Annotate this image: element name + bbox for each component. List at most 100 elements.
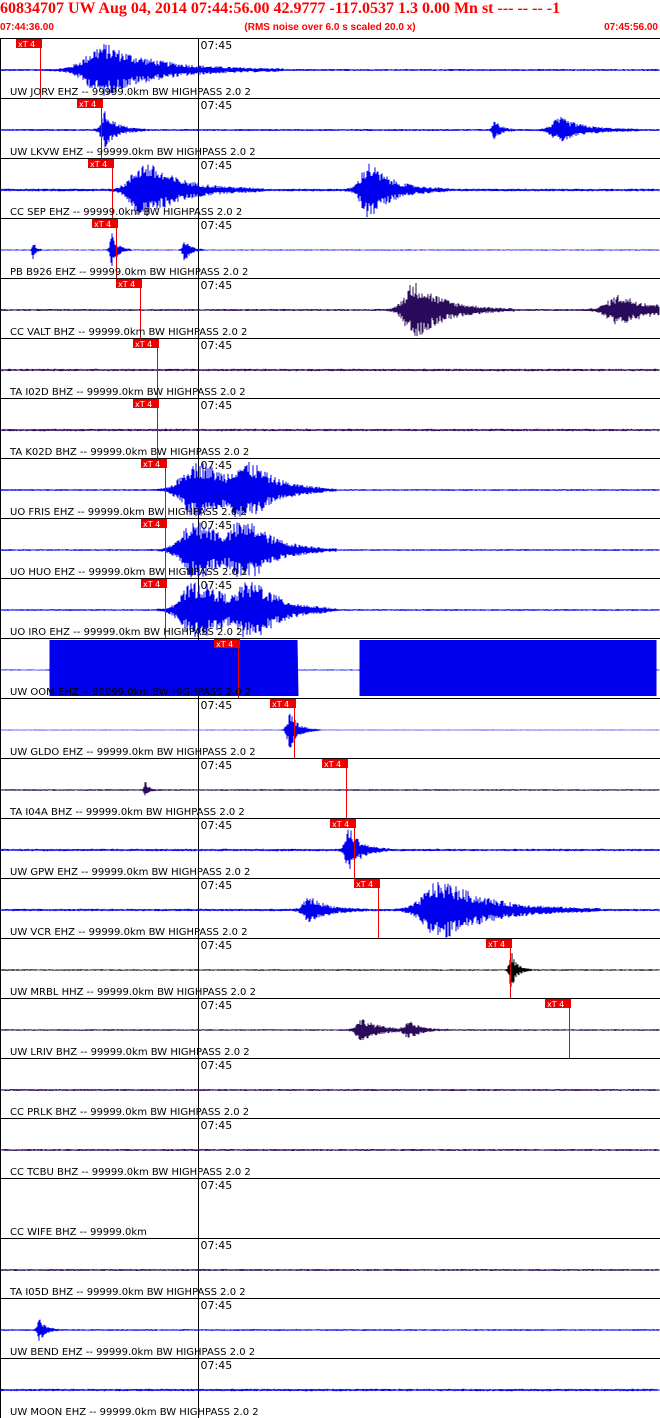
minute-tick-label: 07:45 <box>201 219 233 232</box>
pick-label: xT 4 <box>135 400 152 409</box>
minute-tick-label: 07:45 <box>201 999 233 1012</box>
trace-label: UW GLDO EHZ -- 99999.0km BW HIGHPASS 2.0… <box>10 747 256 758</box>
trace-label: CC TCBU BHZ -- 99999.0km BW HIGHPASS 2.0… <box>10 1167 251 1178</box>
event-title: 60834707 UW Aug 04, 2014 07:44:56.00 42.… <box>0 0 561 17</box>
pick-label: xT 4 <box>79 100 96 109</box>
end-time-label: 07:45:56.00 <box>604 22 658 33</box>
minute-tick-label: 07:45 <box>201 519 233 532</box>
waveform <box>0 233 660 266</box>
pick-label: xT 4 <box>547 1000 564 1009</box>
pick-label: xT 4 <box>216 640 233 649</box>
waveform <box>0 1019 660 1041</box>
trace-panel: 07:45 xT 4 TA I02D BHZ -- 99999.0km BW HIG… <box>0 338 660 398</box>
pick-label: xT 4 <box>272 700 289 709</box>
trace-label: TA K02D BHZ -- 99999.0km BW HIGHPASS 2.0… <box>9 447 249 458</box>
trace-label: TA I05D BHZ -- 99999.0km BW HIGHPASS 2.0… <box>9 1287 246 1298</box>
trace-label: CC VALT BHZ -- 99999.0km BW HIGHPASS 2.0… <box>10 327 247 338</box>
minute-tick-label: 07:45 <box>201 759 233 772</box>
pick-label: xT 4 <box>324 760 341 769</box>
pick-label: xT 4 <box>488 940 505 949</box>
minute-tick-label: 07:45 <box>201 339 233 352</box>
minute-tick-label: 07:45 <box>201 399 233 412</box>
minute-tick-label: 07:45 <box>201 99 233 112</box>
pick-label: xT 4 <box>118 280 135 289</box>
trace-panel: 07:45 xT 4 UW VCR EHZ -- 99999.0km BW HIGH… <box>0 878 660 938</box>
pick-label: xT 4 <box>18 40 35 49</box>
pick-label: xT 4 <box>332 820 349 829</box>
minute-tick-label: 07:45 <box>201 819 233 832</box>
pick-label: xT 4 <box>135 340 152 349</box>
trace-label: UO HUO EHZ -- 99999.0km BW HIGHPASS 2.0 … <box>10 567 247 578</box>
trace-label: PB B926 EHZ -- 99999.0km BW HIGHPASS 2.0… <box>10 267 248 278</box>
trace-panel: 07:45 CC WIFE BHZ -- 99999.0km <box>0 1178 660 1238</box>
trace-panel: 07:45 xT 4 PB B926 EHZ -- 99999.0km BW HIG… <box>0 218 660 278</box>
trace-label: UO FRIS EHZ -- 99999.0km BW HIGHPASS 2.0… <box>10 507 247 518</box>
minute-tick-label: 07:45 <box>201 1119 233 1132</box>
minute-tick-label: 07:45 <box>201 1239 233 1252</box>
pick-label: xT 4 <box>143 580 160 589</box>
trace-panel: 07:45 xT 4 TA I04A BHZ -- 99999.0km BW HIG… <box>0 758 660 818</box>
trace-label: UW MRBL HHZ -- 99999.0km BW HIGHPASS 2.0… <box>10 987 256 998</box>
minute-tick-label: 07:45 <box>201 939 233 952</box>
minute-tick-label: 07:45 <box>201 1179 233 1192</box>
minute-tick-label: 07:45 <box>201 879 233 892</box>
minute-tick-label: 07:45 <box>201 579 233 592</box>
pick-label: xT 4 <box>94 220 111 229</box>
trace-panel: 07:45 xT 4 UO HUO EHZ -- 99999.0km BW HIGH… <box>0 518 660 578</box>
trace-label: TA I04A BHZ -- 99999.0km BW HIGHPASS 2.0… <box>9 807 245 818</box>
pick-label: xT 4 <box>356 880 373 889</box>
trace-label: UW MOON EHZ -- 99999.0km BW HIGHPASS 2.0… <box>10 1407 259 1418</box>
trace-panel: 07:45 UW BEND EHZ -- 99999.0km BW HIGHPAS… <box>0 1298 660 1358</box>
waveform <box>0 782 660 796</box>
minute-tick-label: 07:45 <box>201 1299 233 1312</box>
minute-tick-label: 07:45 <box>201 159 233 172</box>
trace-label: UW LRIV BHZ -- 99999.0km BW HIGHPASS 2.0… <box>10 1047 250 1058</box>
trace-label: UW VCR EHZ -- 99999.0km BW HIGHPASS 2.0 … <box>10 927 248 938</box>
trace-panel: 07:45 xT 4 CC SEP EHZ -- 99999.0km BW HIGH… <box>0 158 660 218</box>
trace-panel: 07:45xT 4UW OOM EHZ -- 99999.0km BW HIGH… <box>0 638 660 698</box>
trace-panel: 07:45 xT 4 UO IRO EHZ -- 99999.0km BW HIGH… <box>0 578 660 638</box>
minute-tick-label: 07:45 <box>201 699 233 712</box>
trace-panel: 07:45 xT 4 UO FRIS EHZ -- 99999.0km BW HIG… <box>0 458 660 518</box>
trace-label: UW BEND EHZ -- 99999.0km BW HIGHPASS 2.0… <box>10 1347 255 1358</box>
trace-label: UW LKVW EHZ -- 99999.0km BW HIGHPASS 2.0… <box>10 147 256 158</box>
trace-panel: 07:45 xT 4 CC VALT BHZ -- 99999.0km BW HIG… <box>0 278 660 338</box>
trace-panel: 07:45 TA I05D BHZ -- 99999.0km BW HIGHPAS… <box>0 1238 660 1298</box>
trace-panel: 07:45 CC TCBU BHZ -- 99999.0km BW HIGHPAS… <box>0 1118 660 1178</box>
pick-label: xT 4 <box>143 520 160 529</box>
trace-label: UW GPW EHZ -- 99999.0km BW HIGHPASS 2.0 … <box>10 867 250 878</box>
waveform <box>0 1319 660 1341</box>
waveform <box>0 829 660 869</box>
waveform <box>0 368 660 372</box>
trace-panel: 07:45 xT 4 UW JORV EHZ -- 99999.0km BW HIG… <box>0 38 660 98</box>
seismogram-plot: 07:45 xT 4 UW JORV EHZ -- 99999.0km BW HIG… <box>0 38 660 1418</box>
trace-label: UW OOM EHZ -- 99999.0km BW HIGHPASS 2.0 … <box>10 687 251 698</box>
trace-label: CC WIFE BHZ -- 99999.0km <box>10 1227 147 1238</box>
trace-panel: 07:45 xT 4 UW GPW EHZ -- 99999.0km BW HIGH… <box>0 818 660 878</box>
waveform <box>0 1089 660 1091</box>
waveform <box>0 713 660 748</box>
trace-label: CC SEP EHZ -- 99999.0km BW HIGHPASS 2.0 … <box>10 207 242 218</box>
waveform <box>0 1388 660 1392</box>
waveform <box>0 953 660 987</box>
trace-panel: 07:45 xT 4 UW LRIV BHZ -- 99999.0km BW HIG… <box>0 998 660 1058</box>
waveform <box>0 111 660 148</box>
trace-label: TA I02D BHZ -- 99999.0km BW HIGHPASS 2.0… <box>9 387 246 398</box>
scale-note: (RMS noise over 6.0 s scaled 20.0 x) <box>244 22 416 33</box>
trace-label: UO IRO EHZ -- 99999.0km BW HIGHPASS 2.0 … <box>10 627 243 638</box>
trace-panel: 07:45 UW MOON EHZ -- 99999.0km BW HIGHPAS… <box>0 1358 660 1418</box>
plot-header: 60834707 UW Aug 04, 2014 07:44:56.00 42.… <box>0 0 660 38</box>
pick-label: xT 4 <box>143 460 160 469</box>
minute-tick-label: 07:45 <box>201 1059 233 1072</box>
waveform <box>0 428 660 432</box>
trace-label: CC PRLK BHZ -- 99999.0km BW HIGHPASS 2.0… <box>10 1107 249 1118</box>
pick-label: xT 4 <box>90 160 107 169</box>
minute-tick-label: 07:45 <box>201 279 233 292</box>
trace-panel: 07:45 xT 4 TA K02D BHZ -- 99999.0km BW HIG… <box>0 398 660 458</box>
trace-panel: 07:45 xT 4 UW GLDO EHZ -- 99999.0km BW HIG… <box>0 698 660 758</box>
minute-tick-label: 07:45 <box>201 459 233 472</box>
minute-tick-label: 07:45 <box>201 1359 233 1372</box>
trace-panels: 07:45 xT 4 UW JORV EHZ -- 99999.0km BW HIG… <box>0 38 660 1418</box>
waveform <box>0 1269 660 1271</box>
trace-panel: 07:45 xT 4 UW LKVW EHZ -- 99999.0km BW HIG… <box>0 98 660 158</box>
